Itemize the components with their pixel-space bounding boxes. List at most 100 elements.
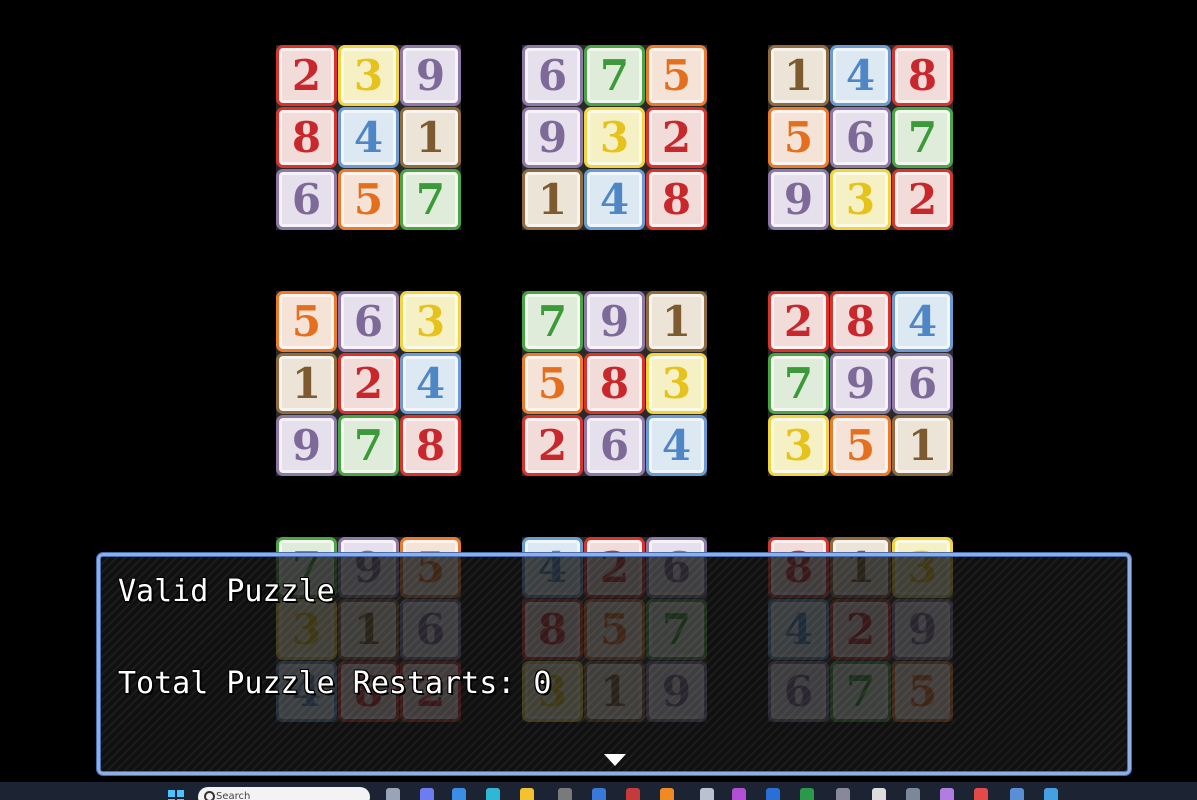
number-tile[interactable]: 3	[768, 415, 829, 476]
number-tile[interactable]: 7	[338, 415, 399, 476]
tile-digit: 1	[537, 174, 568, 224]
number-tile[interactable]: 6	[892, 353, 953, 414]
taskbar-app-icon[interactable]	[520, 788, 534, 800]
number-tile[interactable]: 9	[830, 353, 891, 414]
taskbar-app-icon[interactable]	[386, 788, 400, 800]
number-tile[interactable]: 6	[338, 291, 399, 352]
taskbar-search-placeholder: Search	[216, 791, 251, 800]
tile-digit: 1	[661, 296, 692, 346]
number-tile[interactable]: 2	[646, 107, 707, 168]
number-tile[interactable]: 4	[830, 45, 891, 106]
number-tile[interactable]: 1	[768, 45, 829, 106]
taskbar-app-icon[interactable]	[940, 788, 954, 800]
number-tile[interactable]: 1	[400, 107, 461, 168]
number-tile[interactable]: 2	[522, 415, 583, 476]
tile-digit: 5	[537, 358, 568, 408]
number-tile[interactable]: 5	[646, 45, 707, 106]
windows-start-icon[interactable]	[168, 790, 184, 800]
taskbar-app-icon[interactable]	[700, 788, 714, 800]
taskbar-app-icon[interactable]	[836, 788, 850, 800]
tile-digit: 2	[353, 358, 384, 408]
number-tile[interactable]: 7	[768, 353, 829, 414]
taskbar-app-icon[interactable]	[1044, 788, 1058, 800]
tile-digit: 3	[845, 174, 876, 224]
tile-digit: 5	[291, 296, 322, 346]
tile-digit: 1	[783, 50, 814, 100]
number-tile[interactable]: 2	[338, 353, 399, 414]
number-tile[interactable]: 9	[400, 45, 461, 106]
tile-digit: 6	[845, 112, 876, 162]
number-tile[interactable]: 8	[584, 353, 645, 414]
number-tile[interactable]: 5	[830, 415, 891, 476]
number-tile[interactable]: 7	[400, 169, 461, 230]
number-tile[interactable]: 1	[646, 291, 707, 352]
number-tile[interactable]: 1	[522, 169, 583, 230]
tile-digit: 4	[907, 296, 938, 346]
number-tile[interactable]: 3	[338, 45, 399, 106]
number-tile[interactable]: 2	[276, 45, 337, 106]
number-tile[interactable]: 8	[276, 107, 337, 168]
number-tile[interactable]: 2	[892, 169, 953, 230]
number-tile[interactable]: 2	[768, 291, 829, 352]
taskbar-search-input[interactable]: Search	[198, 787, 370, 800]
number-tile[interactable]: 9	[768, 169, 829, 230]
number-tile[interactable]: 6	[830, 107, 891, 168]
taskbar-app-icon[interactable]	[1010, 788, 1024, 800]
tile-digit: 7	[907, 112, 938, 162]
tile-digit: 6	[353, 296, 384, 346]
number-tile[interactable]: 3	[830, 169, 891, 230]
number-tile[interactable]: 9	[522, 107, 583, 168]
number-tile[interactable]: 6	[584, 415, 645, 476]
number-tile[interactable]: 3	[646, 353, 707, 414]
number-tile[interactable]: 7	[584, 45, 645, 106]
taskbar-app-icon[interactable]	[660, 788, 674, 800]
number-tile[interactable]: 5	[338, 169, 399, 230]
message-status-text: Valid Puzzle	[118, 574, 335, 609]
number-tile[interactable]: 5	[522, 353, 583, 414]
number-tile[interactable]: 4	[892, 291, 953, 352]
number-tile[interactable]: 4	[646, 415, 707, 476]
number-tile[interactable]: 8	[400, 415, 461, 476]
number-tile[interactable]: 8	[830, 291, 891, 352]
number-tile[interactable]: 1	[892, 415, 953, 476]
tile-digit: 4	[661, 420, 692, 470]
number-tile[interactable]: 8	[892, 45, 953, 106]
tile-digit: 3	[783, 420, 814, 470]
taskbar-app-icon[interactable]	[974, 788, 988, 800]
number-tile[interactable]: 4	[584, 169, 645, 230]
tile-digit: 3	[599, 112, 630, 162]
number-tile[interactable]: 4	[400, 353, 461, 414]
tile-digit: 3	[661, 358, 692, 408]
number-tile[interactable]: 7	[522, 291, 583, 352]
number-tile[interactable]: 3	[400, 291, 461, 352]
number-tile[interactable]: 5	[768, 107, 829, 168]
tile-digit: 2	[291, 50, 322, 100]
puzzle-block-6: 284 796 351	[768, 291, 953, 476]
taskbar-app-icon[interactable]	[732, 788, 746, 800]
taskbar-app-icon[interactable]	[906, 788, 920, 800]
tile-digit: 8	[291, 112, 322, 162]
number-tile[interactable]: 5	[276, 291, 337, 352]
number-tile[interactable]: 3	[584, 107, 645, 168]
taskbar-app-icon[interactable]	[486, 788, 500, 800]
number-tile[interactable]: 8	[646, 169, 707, 230]
taskbar-app-icon[interactable]	[558, 788, 572, 800]
message-window[interactable]: Valid Puzzle Total Puzzle Restarts: 0	[97, 553, 1131, 775]
tile-digit: 8	[845, 296, 876, 346]
number-tile[interactable]: 9	[276, 415, 337, 476]
number-tile[interactable]: 1	[276, 353, 337, 414]
number-tile[interactable]: 4	[338, 107, 399, 168]
number-tile[interactable]: 6	[522, 45, 583, 106]
taskbar-app-icon[interactable]	[800, 788, 814, 800]
continue-arrow-icon[interactable]	[604, 754, 626, 766]
taskbar-app-icon[interactable]	[626, 788, 640, 800]
taskbar-app-icon[interactable]	[872, 788, 886, 800]
taskbar-app-icon[interactable]	[766, 788, 780, 800]
taskbar-app-icon[interactable]	[592, 788, 606, 800]
number-tile[interactable]: 7	[892, 107, 953, 168]
taskbar-app-icon[interactable]	[420, 788, 434, 800]
number-tile[interactable]: 9	[584, 291, 645, 352]
taskbar-app-icon[interactable]	[452, 788, 466, 800]
number-tile[interactable]: 6	[276, 169, 337, 230]
tile-digit: 1	[907, 420, 938, 470]
